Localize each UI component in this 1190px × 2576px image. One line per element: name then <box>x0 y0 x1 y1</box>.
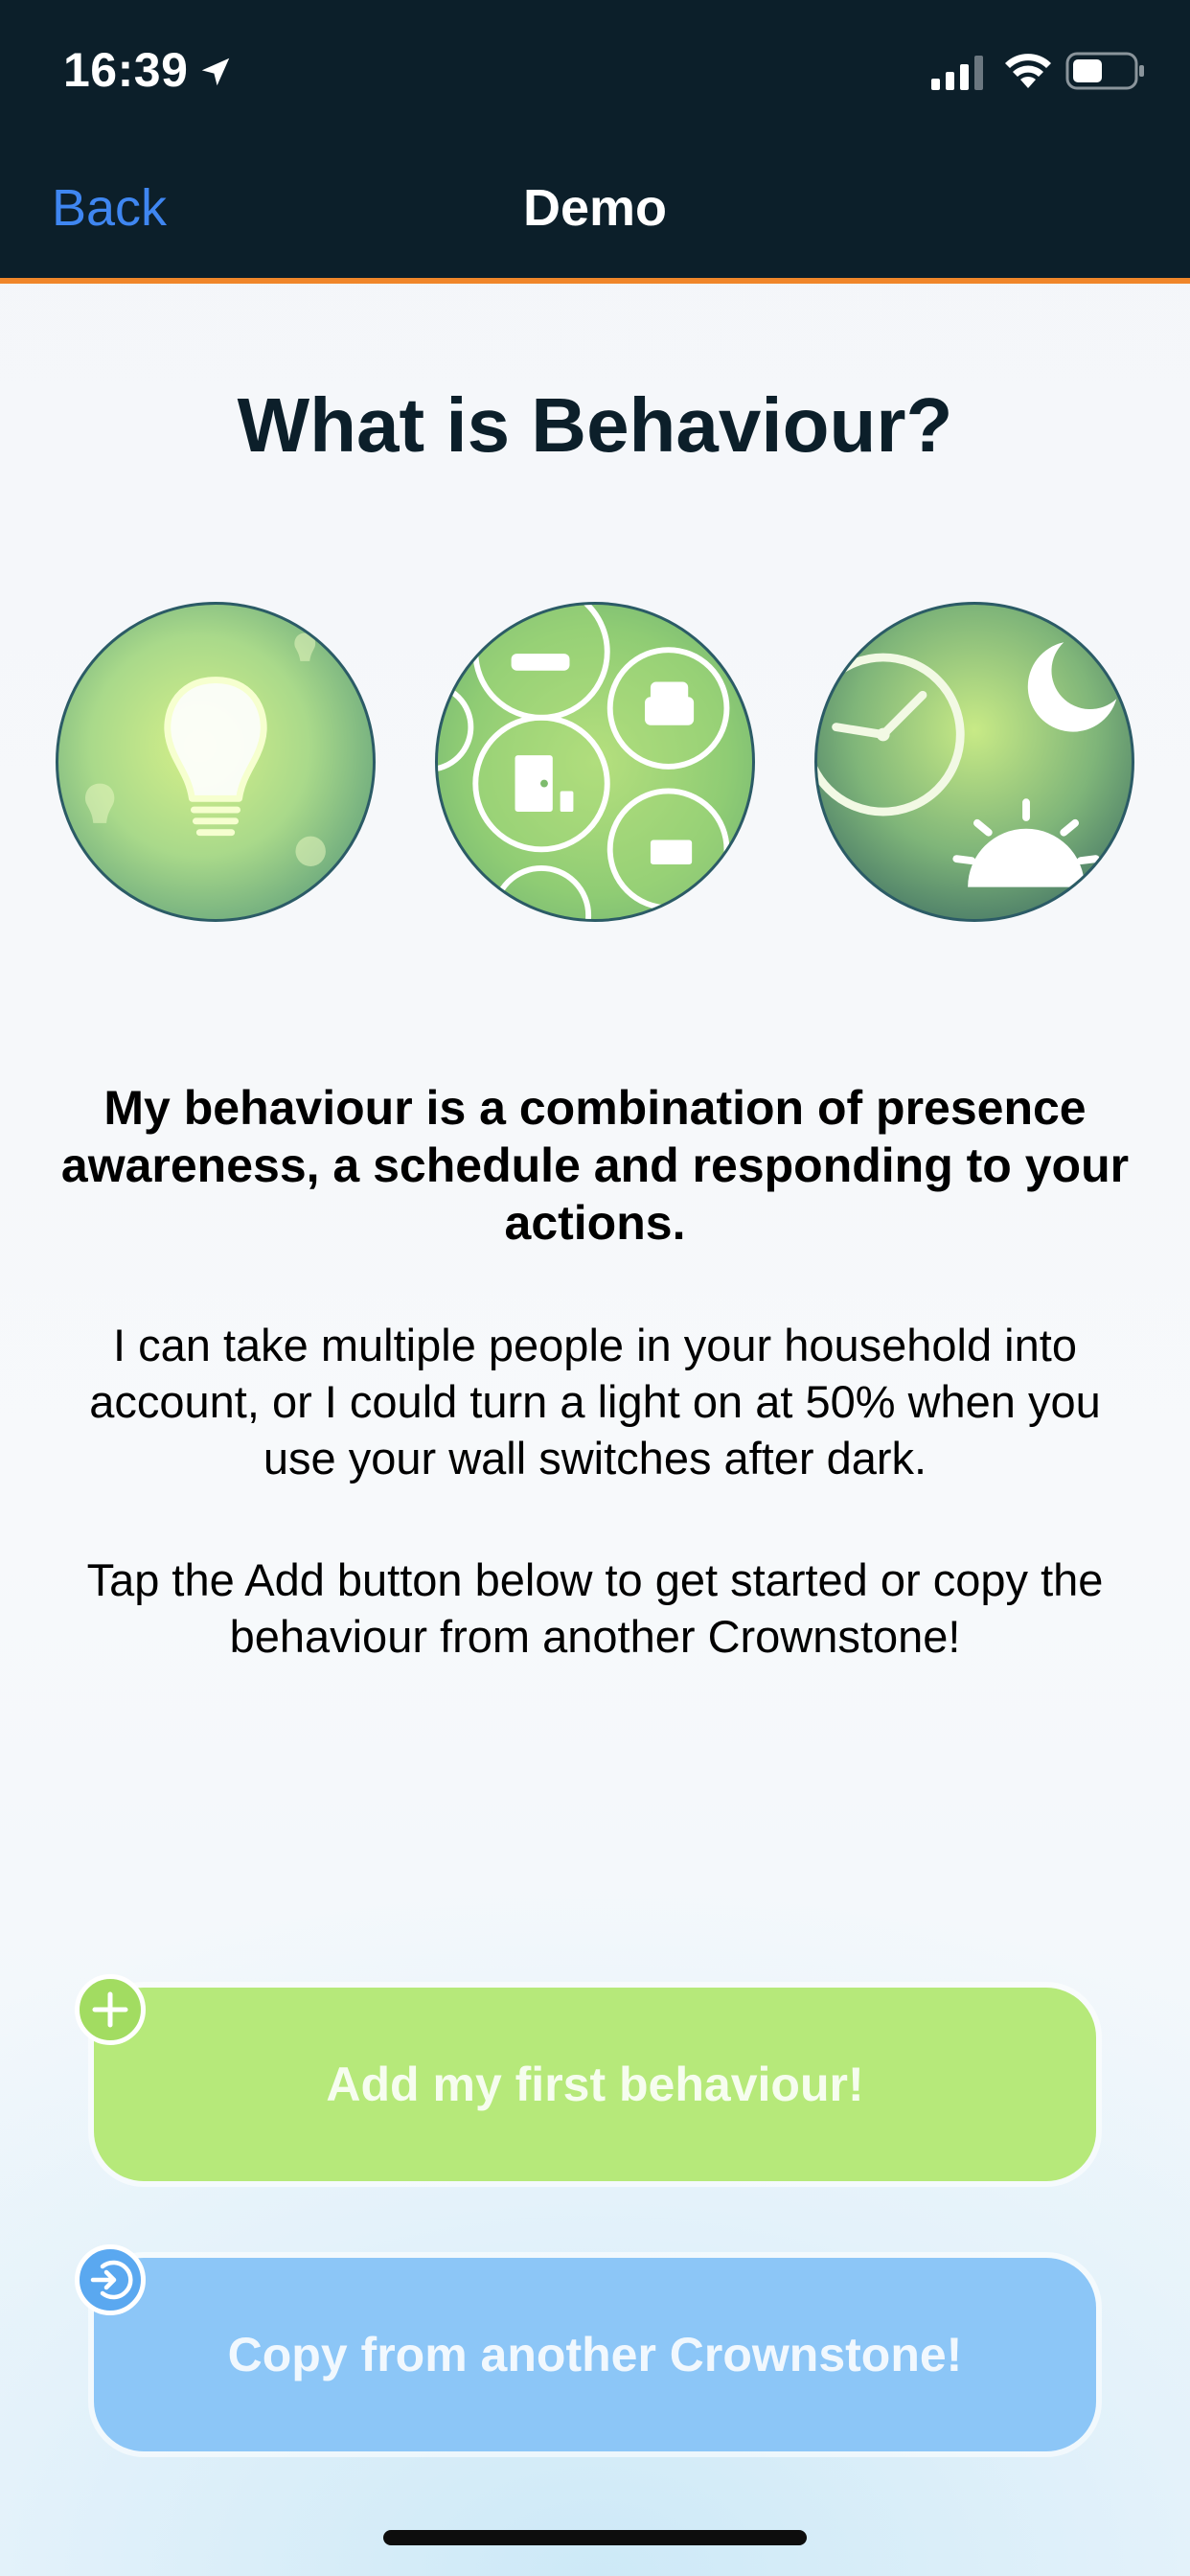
lightbulb-illustration <box>56 602 376 922</box>
add-first-behaviour-button[interactable]: Add my first behaviour! <box>94 1988 1096 2181</box>
header-bar: 16:39 Back Demo <box>0 0 1190 278</box>
import-icon <box>75 2244 146 2315</box>
household-items-icon <box>438 605 730 919</box>
cellular-signal-icon <box>931 56 983 90</box>
page-title: What is Behaviour? <box>237 382 953 468</box>
intro-bold-text: My behaviour is a combination of presenc… <box>60 1081 1130 1250</box>
intro-text-instructions: Tap the Add button below to get started … <box>86 1554 1104 1662</box>
household-illustration <box>435 602 755 922</box>
lightbulb-icon <box>85 632 326 867</box>
status-time: 16:39 <box>63 43 189 97</box>
intro-text-household: I can take multiple people in your house… <box>89 1320 1101 1484</box>
clock-moon-sunrise-icon <box>817 642 1117 887</box>
app-screen: 16:39 Back Demo What is Behaviour? My be… <box>0 0 1190 2576</box>
wifi-icon <box>1005 54 1051 88</box>
nav-title: Demo <box>522 179 668 237</box>
home-indicator <box>383 2530 807 2545</box>
header-accent-line <box>0 278 1190 284</box>
schedule-illustration <box>814 602 1134 922</box>
copy-from-crownstone-button[interactable]: Copy from another Crownstone! <box>94 2258 1096 2451</box>
battery-icon <box>1065 52 1144 90</box>
plus-icon <box>75 1974 146 2045</box>
location-arrow-icon <box>201 58 230 86</box>
